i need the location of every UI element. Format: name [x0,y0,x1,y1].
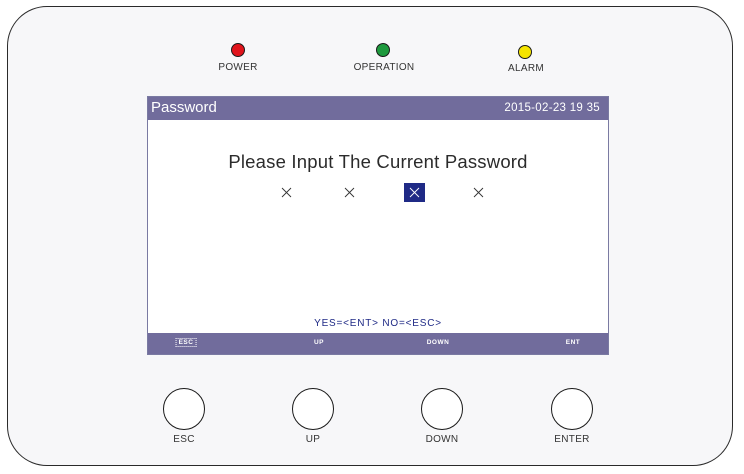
esc-button-label: ESC [173,434,195,445]
password-prompt: Please Input The Current Password [228,151,528,172]
footer-key-esc: ESC [175,338,197,347]
password-digit-1[interactable] [276,183,297,202]
screen-datetime: 2015-02-23 19 35 [504,102,600,114]
enter-button[interactable] [551,388,593,430]
password-digit-4[interactable] [468,183,489,202]
password-digit-3-selected[interactable] [404,183,425,202]
screen-title-bar: Password 2015-02-23 19 35 [148,97,608,120]
down-button-label: DOWN [425,434,459,445]
power-led-icon [231,43,245,57]
up-button-label: UP [305,434,321,445]
footer-key-down: DOWN [426,339,450,346]
confirm-hint: YES=<ENT> NO=<ESC> [314,318,442,329]
up-button[interactable] [292,388,334,430]
down-button[interactable] [421,388,463,430]
esc-button[interactable] [163,388,205,430]
screen-title: Password [151,99,217,116]
operation-led-icon [376,43,390,57]
digit-mask-icon [281,187,292,198]
lcd-screen: Password 2015-02-23 19 35 Please Input T… [147,96,609,355]
digit-mask-icon [409,187,420,198]
footer-key-ent: ENT [565,339,581,346]
password-digit-2[interactable] [339,183,360,202]
enter-button-label: ENTER [554,434,590,445]
alarm-led-icon [518,45,532,59]
digit-mask-icon [344,187,355,198]
power-led-label: POWER [218,62,258,73]
digit-mask-icon [473,187,484,198]
footer-key-up: UP [313,339,325,346]
screen-footer-bar: ESC UP DOWN ENT [148,333,608,354]
alarm-led-label: ALARM [508,63,544,74]
operation-led-label: OPERATION [353,62,415,73]
